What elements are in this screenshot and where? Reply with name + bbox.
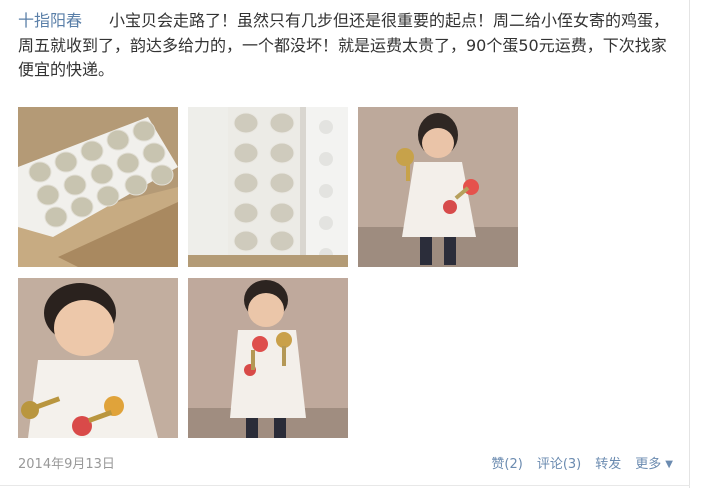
photo-child-standing[interactable] xyxy=(358,107,518,267)
comment-button[interactable]: 评论(3) xyxy=(537,455,581,475)
more-label: 更多 xyxy=(635,457,662,472)
forward-button[interactable]: 转发 xyxy=(595,455,621,475)
post-divider xyxy=(0,485,690,486)
child-closeup-image xyxy=(18,278,178,438)
content-border xyxy=(689,0,690,488)
post-date[interactable]: 2014年9月13日 xyxy=(18,455,115,475)
child-maracas-image xyxy=(188,278,348,438)
post-text: 小宝贝会走路了！虽然只有几步但还是很重要的起点！周二给小侄女寄的鸡蛋，周五就收到… xyxy=(18,11,670,79)
photo-child-closeup[interactable] xyxy=(18,278,178,438)
feed-post: 小宝贝会走路了！虽然只有几步但还是很重要的起点！周二给小侄女寄的鸡蛋，周五就收到… xyxy=(0,0,690,488)
photo-grid xyxy=(18,107,528,439)
photo-eggs-foam-box[interactable] xyxy=(188,107,348,267)
eggs-foam-box-image xyxy=(188,107,348,267)
post-actions: 赞(2) 评论(3) 转发 更多 ▼ xyxy=(491,455,673,475)
child-standing-image xyxy=(358,107,518,267)
chevron-down-icon: ▼ xyxy=(665,459,673,470)
eggs-tray-image xyxy=(18,107,178,267)
photo-child-maracas[interactable] xyxy=(188,278,348,438)
more-button[interactable]: 更多 ▼ xyxy=(635,455,673,475)
post-content: 小宝贝会走路了！虽然只有几步但还是很重要的起点！周二给小侄女寄的鸡蛋，周五就收到… xyxy=(18,9,678,83)
photo-eggs-tray[interactable] xyxy=(18,107,178,267)
author-name[interactable]: 十指阳春 xyxy=(18,9,82,33)
like-button[interactable]: 赞(2) xyxy=(491,455,522,475)
post-footer: 2014年9月13日 赞(2) 评论(3) 转发 更多 ▼ xyxy=(18,455,673,475)
